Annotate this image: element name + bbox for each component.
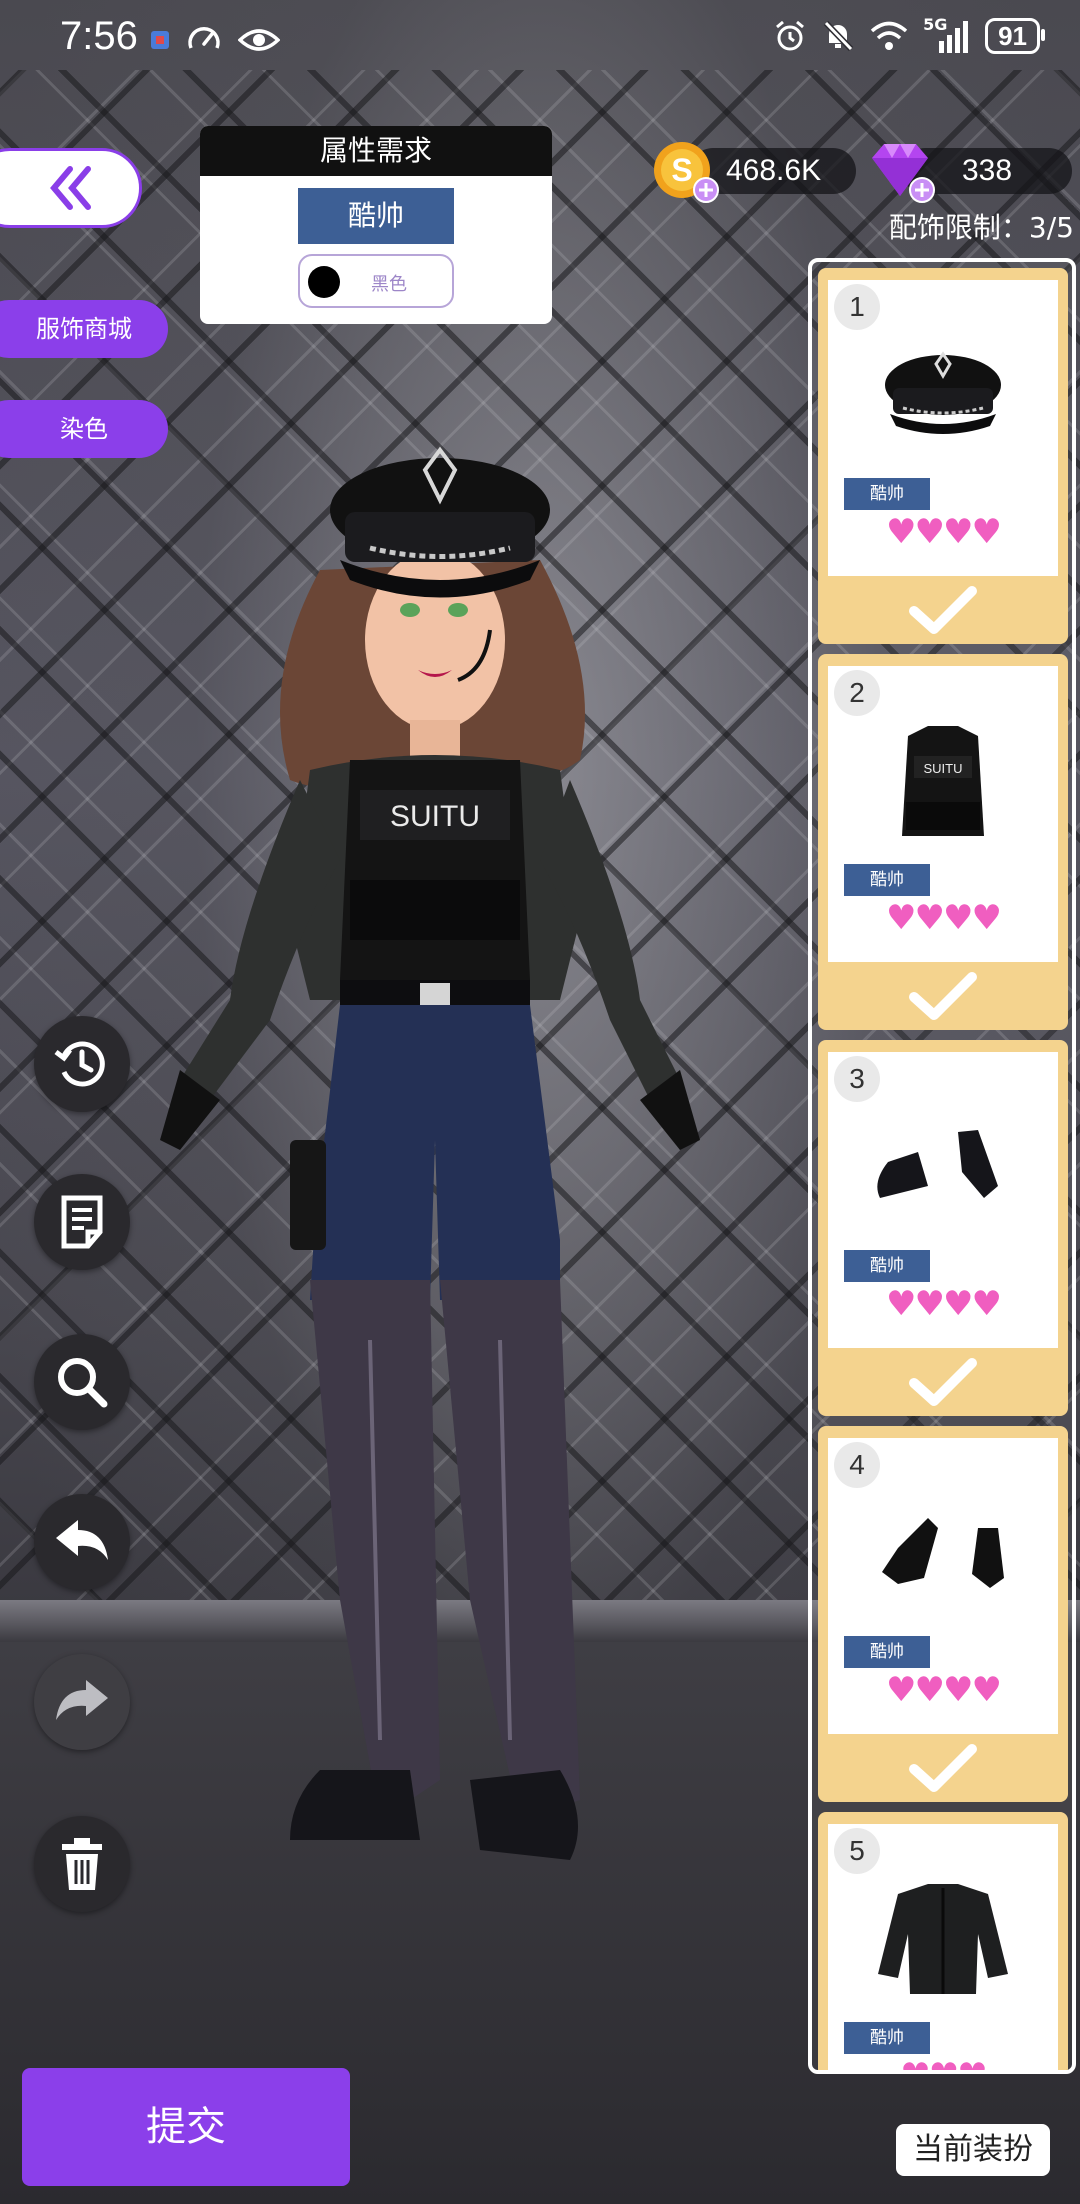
character-pants [310, 1005, 560, 1300]
accessory-list[interactable]: 1 酷帅 ♥♥♥♥ 2 SUITU 酷帅 ♥♥♥♥ 3 酷帅 ♥♥♥♥ 4 酷帅… [808, 258, 1076, 2074]
checkmark-icon [909, 1358, 977, 1406]
current-outfit-button[interactable]: 当前装扮 [896, 2124, 1050, 2176]
accessory-slot-4[interactable]: 4 酷帅 ♥♥♥♥ [818, 1426, 1068, 1802]
undo-icon [56, 1520, 108, 1560]
undo-button[interactable] [34, 1494, 130, 1590]
trash-icon [62, 1838, 102, 1890]
accessory-slot-3[interactable]: 3 酷帅 ♥♥♥♥ [818, 1040, 1068, 1416]
slot-rating-hearts: ♥♥♥♥ [886, 512, 1002, 552]
signal-icon: 5G [923, 15, 971, 53]
search-button[interactable] [34, 1334, 130, 1430]
clothing-shop-button[interactable]: 服饰商城 [0, 300, 168, 358]
status-time: 7:56 [60, 14, 138, 58]
character-vest: SUITU [340, 760, 530, 980]
svg-text:S: S [671, 152, 692, 188]
gem-icon [872, 144, 935, 203]
jacket-item-image [878, 1884, 1008, 1994]
requirement-title: 属性需求 [200, 126, 552, 176]
accessory-slot-5[interactable]: 5 酷帅 ♥♥♥ [818, 1812, 1068, 2070]
history-icon [54, 1041, 105, 1087]
redo-icon [56, 1680, 108, 1720]
delete-button[interactable] [34, 1816, 130, 1912]
status-bar: 7:56 5G 91 [0, 0, 1080, 80]
slot-rating-hearts: ♥♥♥♥ [886, 898, 1002, 938]
vest-item-label: SUITU [924, 761, 963, 776]
eye-icon [238, 29, 280, 51]
checkmark-icon [909, 586, 977, 634]
submit-button[interactable]: 提交 [22, 2068, 350, 2186]
slot-style-tag: 酷帅 [844, 1250, 930, 1282]
slot-rating-hearts: ♥♥♥ [828, 2056, 1058, 2070]
search-icon [58, 1358, 108, 1408]
slot-style-tag: 酷帅 [844, 478, 930, 510]
back-button[interactable] [0, 148, 142, 228]
battery-level: 91 [998, 21, 1027, 51]
slot-style-tag: 酷帅 [844, 864, 930, 896]
accessory-slot-1[interactable]: 1 酷帅 ♥♥♥♥ [818, 268, 1068, 644]
checkmark-icon [909, 972, 977, 1020]
alarm-icon [776, 20, 805, 51]
history-button[interactable] [34, 1016, 130, 1112]
notes-button[interactable] [34, 1174, 130, 1270]
slot-style-tag: 酷帅 [844, 2022, 930, 2054]
requirement-card: 属性需求 酷帅 黑色 [200, 126, 552, 324]
slot-style-tag: 酷帅 [844, 1636, 930, 1668]
speed-icon [188, 27, 220, 49]
character-shoe-left [290, 1770, 420, 1840]
checkmark-icon [909, 1744, 977, 1792]
mute-icon [823, 20, 854, 52]
vest-item-image: SUITU [902, 726, 984, 836]
slot-number: 1 [834, 284, 880, 330]
slot-number: 2 [834, 670, 880, 716]
shoes-item-image [877, 1130, 998, 1198]
coin-icon: S [654, 142, 719, 203]
accessory-limit: 配饰限制：3/5 [888, 211, 1074, 244]
slot-number: 3 [834, 1056, 880, 1102]
battery-icon: 91 [985, 18, 1045, 54]
vest-text: SUITU [390, 800, 480, 833]
character-shoe-right [470, 1770, 578, 1860]
slot-rating-hearts: ♥♥♥♥ [886, 1284, 1002, 1324]
requirement-color-label: 黑色 [371, 274, 407, 295]
wifi-icon [870, 21, 908, 50]
notes-icon [61, 1195, 103, 1249]
coin-balance[interactable]: 468.6K S [650, 142, 860, 203]
gloves-item-image [882, 1518, 1004, 1588]
requirement-color: 黑色 [298, 254, 454, 308]
redo-button[interactable] [34, 1654, 130, 1750]
gem-balance[interactable]: 338 [866, 144, 1076, 203]
app-notification-icon [151, 31, 169, 49]
accessory-slot-2[interactable]: 2 SUITU 酷帅 ♥♥♥♥ [818, 654, 1068, 1030]
character-model: SUITU [160, 446, 700, 1860]
double-chevron-left-icon [50, 166, 91, 210]
slot-number: 4 [834, 1442, 880, 1488]
slot-number: 5 [834, 1828, 880, 1874]
slot-rating-hearts: ♥♥♥♥ [886, 1670, 1002, 1710]
hat-item-image [885, 351, 1001, 434]
requirement-style-tag: 酷帅 [298, 188, 454, 244]
